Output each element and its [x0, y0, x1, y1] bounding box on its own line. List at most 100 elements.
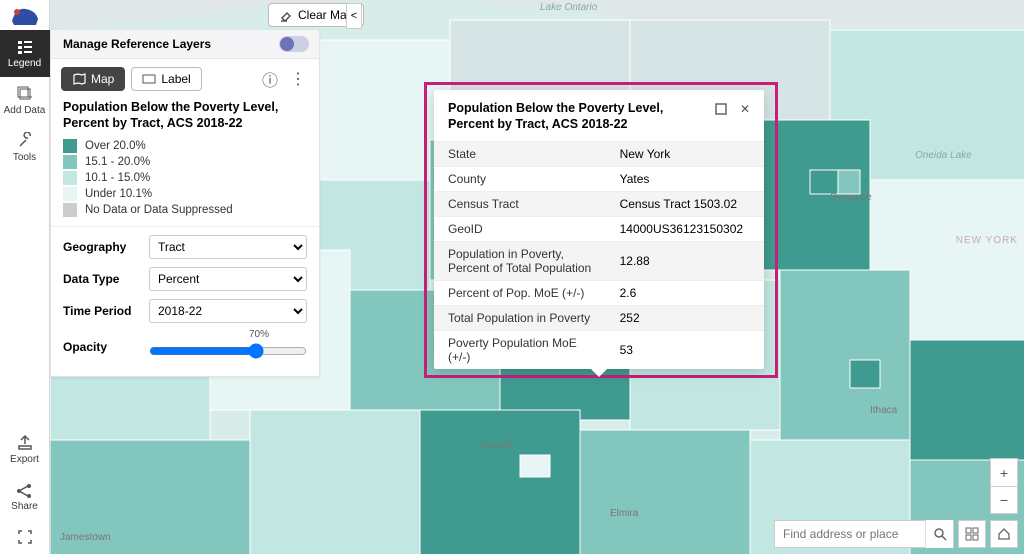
time-period-select[interactable]: 2018-22 — [149, 299, 307, 323]
popup-value: 53 — [606, 330, 764, 369]
popup-dock-icon[interactable] — [712, 100, 730, 118]
zoom-out-button[interactable]: − — [990, 486, 1018, 514]
legend-label: No Data or Data Suppressed — [85, 204, 233, 216]
popup-value: Census Tract 1503.02 — [606, 191, 764, 216]
app-logo — [6, 2, 44, 30]
home-extent-button[interactable] — [990, 520, 1018, 548]
data-type-label: Data Type — [63, 272, 141, 286]
legend-panel: Manage Reference Layers Map Label ⓘ ⋮ Po… — [50, 30, 320, 377]
legend-label: Over 20.0% — [85, 140, 146, 152]
legend-swatch — [63, 139, 77, 153]
grid-icon — [965, 527, 979, 541]
tools-icon — [16, 132, 34, 150]
nav-tools[interactable]: Tools — [0, 124, 50, 171]
popup-row: Percent of Pop. MoE (+/-)2.6 — [434, 280, 764, 305]
geography-select[interactable]: Tract — [149, 235, 307, 259]
panel-collapse-handle[interactable]: < — [346, 3, 362, 29]
popup-key: Percent of Pop. MoE (+/-) — [434, 280, 606, 305]
popup-key: State — [434, 141, 606, 166]
search-icon — [933, 527, 947, 541]
nav-share[interactable]: Share — [0, 473, 50, 520]
side-nav: Legend Add Data Tools Export Share — [0, 0, 50, 554]
popup-value: 12.88 — [606, 241, 764, 280]
opacity-label: Opacity — [63, 340, 141, 354]
more-options-icon[interactable]: ⋮ — [287, 68, 309, 90]
popup-attribute-table: StateNew YorkCountyYatesCensus TractCens… — [434, 141, 764, 369]
legend-list: Over 20.0% 15.1 - 20.0% 10.1 - 15.0% Under … — [51, 138, 319, 226]
label-hornell: Hornell — [480, 440, 512, 451]
search-button[interactable] — [925, 520, 953, 548]
popup-row: CountyYates — [434, 166, 764, 191]
search-input[interactable] — [775, 521, 925, 547]
legend-label: Under 10.1% — [85, 188, 152, 200]
tab-label[interactable]: Label — [131, 67, 201, 91]
export-icon — [16, 434, 34, 452]
popup-key: Total Population in Poverty — [434, 305, 606, 330]
label-syracuse: Syracuse — [830, 192, 872, 203]
popup-title: Population Below the Poverty Level, Perc… — [448, 100, 706, 133]
search-box — [774, 520, 954, 548]
nav-fullscreen[interactable] — [0, 520, 50, 554]
add-data-icon — [16, 85, 34, 103]
popup-row: Poverty Population MoE (+/-)53 — [434, 330, 764, 369]
label-elmira: Elmira — [610, 508, 638, 519]
basemap-button[interactable] — [958, 520, 986, 548]
time-period-label: Time Period — [63, 304, 141, 318]
tab-map[interactable]: Map — [61, 67, 125, 91]
popup-value: 252 — [606, 305, 764, 330]
legend-icon — [16, 38, 34, 56]
label-lake-ontario: Lake Ontario — [540, 2, 597, 13]
legend-swatch — [63, 171, 77, 185]
geography-label: Geography — [63, 240, 141, 254]
legend-label: 15.1 - 20.0% — [85, 156, 150, 168]
fullscreen-icon — [16, 528, 34, 546]
reference-layers-toggle[interactable] — [279, 36, 309, 52]
popup-row: Population in Poverty, Percent of Total … — [434, 241, 764, 280]
popup-row: StateNew York — [434, 141, 764, 166]
opacity-value: 70% — [249, 329, 269, 340]
popup-key: County — [434, 166, 606, 191]
layer-title: Population Below the Poverty Level, Perc… — [51, 99, 319, 138]
label-state-ny: NEW YORK — [956, 235, 1018, 246]
nav-export[interactable]: Export — [0, 426, 50, 473]
map-toolbar — [774, 520, 1018, 548]
label-icon — [142, 72, 156, 86]
legend-label: 10.1 - 15.0% — [85, 172, 150, 184]
popup-key: Census Tract — [434, 191, 606, 216]
data-type-select[interactable]: Percent — [149, 267, 307, 291]
label-jamestown: Jamestown — [60, 532, 111, 543]
legend-row: Under 10.1% — [63, 186, 307, 202]
popup-key: Poverty Population MoE (+/-) — [434, 330, 606, 369]
popup-row: Census TractCensus Tract 1503.02 — [434, 191, 764, 216]
popup-value: 2.6 — [606, 280, 764, 305]
legend-swatch — [63, 187, 77, 201]
home-icon — [997, 527, 1011, 541]
manage-layers-title: Manage Reference Layers — [63, 37, 211, 51]
legend-row: Over 20.0% — [63, 138, 307, 154]
label-ithaca: Ithaca — [870, 405, 897, 416]
share-icon — [16, 481, 34, 499]
eraser-icon — [279, 8, 293, 22]
legend-swatch — [63, 203, 77, 217]
opacity-slider[interactable] — [149, 343, 307, 359]
popup-key: GeoID — [434, 216, 606, 241]
info-icon[interactable]: ⓘ — [259, 68, 281, 90]
legend-swatch — [63, 155, 77, 169]
nav-legend[interactable]: Legend — [0, 30, 50, 77]
zoom-in-button[interactable]: + — [990, 458, 1018, 486]
nav-add-data[interactable]: Add Data — [0, 77, 50, 124]
zoom-controls: + − — [990, 458, 1018, 514]
legend-row: 15.1 - 20.0% — [63, 154, 307, 170]
popup-row: Total Population in Poverty252 — [434, 305, 764, 330]
map-icon — [72, 72, 86, 86]
feature-popup: Population Below the Poverty Level, Perc… — [434, 90, 764, 369]
legend-row: 10.1 - 15.0% — [63, 170, 307, 186]
popup-value: New York — [606, 141, 764, 166]
popup-row: GeoID14000US36123150302 — [434, 216, 764, 241]
popup-key: Population in Poverty, Percent of Total … — [434, 241, 606, 280]
popup-value: Yates — [606, 166, 764, 191]
popup-close-icon[interactable]: ✕ — [736, 100, 754, 118]
label-oneida-lake: Oneida Lake — [915, 150, 972, 161]
popup-value: 14000US36123150302 — [606, 216, 764, 241]
legend-row: No Data or Data Suppressed — [63, 202, 307, 218]
